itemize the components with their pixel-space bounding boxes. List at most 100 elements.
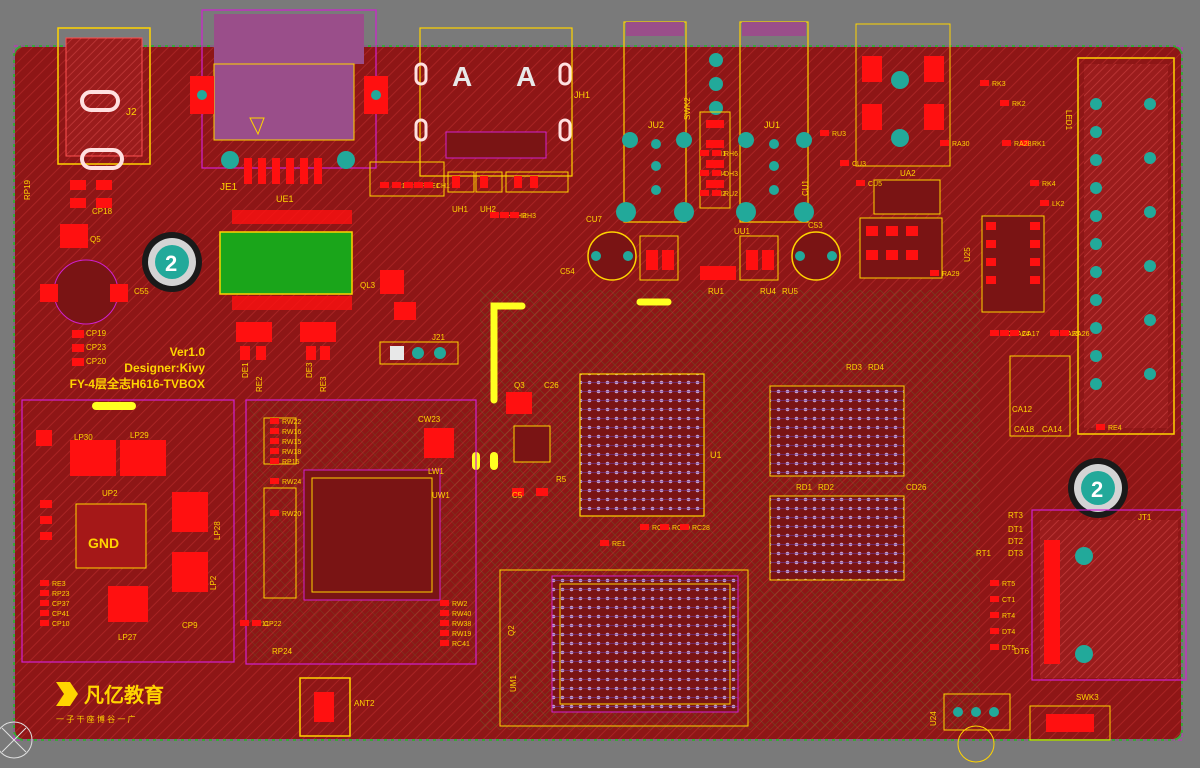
silk-ref-label: LK2 <box>1052 201 1065 208</box>
label-RU4: RU4 <box>760 287 777 296</box>
silk-ref-label: CP10 <box>52 621 70 628</box>
silk-ref-label: DT4 <box>1002 629 1015 636</box>
smd-pad <box>500 212 509 218</box>
smd-pad <box>440 620 449 626</box>
silk-ref-label: RP23 <box>52 591 70 598</box>
label-ANT2: ANT2 <box>354 699 375 708</box>
pcb-layout-canvas: J2 JE1 UE1 A A JH1 JU2 JU1 SWK2 UA2 LED1… <box>0 9 1187 763</box>
smd-pad <box>700 190 709 196</box>
label-UE1: UE1 <box>276 194 294 204</box>
label-CU1: CU1 <box>801 179 810 196</box>
label-UA2: UA2 <box>900 169 916 178</box>
smd-pad <box>1030 180 1039 186</box>
silk-ref-label: CU5 <box>868 181 882 188</box>
smd-pad <box>414 182 423 188</box>
label-LED1: LED1 <box>1064 110 1073 131</box>
smd-pad <box>1000 100 1009 106</box>
smd-pad <box>440 630 449 636</box>
label-RE2: RE2 <box>255 376 264 392</box>
smd-pad <box>930 270 939 276</box>
label-LP29: LP29 <box>130 431 149 440</box>
silk-ref-label: RA29 <box>942 271 960 278</box>
label-DE3: DE3 <box>305 362 314 378</box>
label-CU7: CU7 <box>586 215 603 224</box>
smd-pad <box>820 130 829 136</box>
board-designer: Designer:Kivy <box>124 361 205 375</box>
dram-bottom: RD1 RD2 CD26 <box>769 483 927 581</box>
label-CA14: CA14 <box>1042 425 1063 434</box>
label-QL3: QL3 <box>360 281 376 290</box>
smd-pad <box>240 620 249 626</box>
silk-ref-label: RK3 <box>992 81 1006 88</box>
silk-ref-label: RE1 <box>612 541 626 548</box>
silk-ref-label: RA26 <box>1072 331 1090 338</box>
smd-pad <box>424 182 433 188</box>
label-U24: U24 <box>929 711 938 726</box>
smd-pad <box>1050 330 1059 336</box>
smd-pad <box>380 182 389 188</box>
smd-pad <box>270 448 279 454</box>
label-UU1: UU1 <box>734 227 751 236</box>
silk-ref-label: RW38 <box>452 621 471 628</box>
smd-pad <box>1060 330 1069 336</box>
label-R5: R5 <box>556 475 567 484</box>
label-RD1: RD1 <box>796 483 813 492</box>
silk-ref-label: RW20 <box>282 511 301 518</box>
label-DT6: DT6 <box>1014 647 1030 656</box>
label-Q2: Q2 <box>507 625 516 636</box>
label-RP19: RP19 <box>23 179 32 200</box>
label-UW1: UW1 <box>432 491 450 500</box>
smd-pad <box>404 182 413 188</box>
label-CP19: CP19 <box>86 329 107 338</box>
silk-ref-label: RU2 <box>724 191 738 198</box>
label-J2: J2 <box>126 107 137 118</box>
silk-ref-label: RC41 <box>452 641 470 648</box>
smd-pad <box>980 80 989 86</box>
label-JH1: JH1 <box>574 90 590 100</box>
label-U25: U25 <box>963 247 972 262</box>
smd-pad <box>990 612 999 618</box>
mounting-hole-right: 2 <box>1068 458 1128 518</box>
silk-ref-label: RK4 <box>1042 181 1056 188</box>
smd-pad <box>510 212 519 218</box>
silk-ref-label: RW24 <box>282 479 301 486</box>
smd-pad <box>940 140 949 146</box>
smd-pad <box>600 540 609 546</box>
smd-pad <box>440 640 449 646</box>
brand-tagline: 一 子 干 座 博 谷 一 广 <box>56 714 136 724</box>
smd-pad <box>990 330 999 336</box>
hole-number-right: 2 <box>1091 477 1103 502</box>
smd-pad <box>252 620 261 626</box>
label-JU1: JU1 <box>764 120 780 130</box>
smd-pad <box>990 580 999 586</box>
label-RU1: RU1 <box>708 287 725 296</box>
hole-number-left: 2 <box>165 251 177 276</box>
silk-ref-label: RW22 <box>282 419 301 426</box>
silk-ref-label: RH6 <box>724 151 738 158</box>
label-DT1: DT1 <box>1008 525 1024 534</box>
brand-name: 凡亿教育 <box>84 683 164 707</box>
silk-ref-label: CU3 <box>852 161 866 168</box>
label-Q3: Q3 <box>514 381 525 390</box>
label-LP27: LP27 <box>118 633 137 642</box>
soc-U1: U1 <box>579 373 722 517</box>
label-C26: C26 <box>544 381 559 390</box>
smd-pad <box>712 150 721 156</box>
label-UH1: UH1 <box>452 205 469 214</box>
silk-ref-label: RT4 <box>1002 613 1015 620</box>
smd-pad <box>640 524 649 530</box>
silk-A-right: A <box>516 61 536 92</box>
smd-pad <box>840 160 849 166</box>
smd-pad <box>1040 200 1049 206</box>
silk-ref-label: RW16 <box>282 429 301 436</box>
silk-ref-label: CA17 <box>1022 331 1040 338</box>
label-UM1: UM1 <box>509 675 518 692</box>
silk-ref-label: RK1 <box>1032 141 1046 148</box>
smd-pad <box>990 596 999 602</box>
label-U1: U1 <box>710 450 722 460</box>
smd-pad <box>700 150 709 156</box>
smd-pad <box>40 580 49 586</box>
silk-ref-label: RP15 <box>282 459 300 466</box>
smd-pad <box>392 182 401 188</box>
smd-pad <box>440 600 449 606</box>
